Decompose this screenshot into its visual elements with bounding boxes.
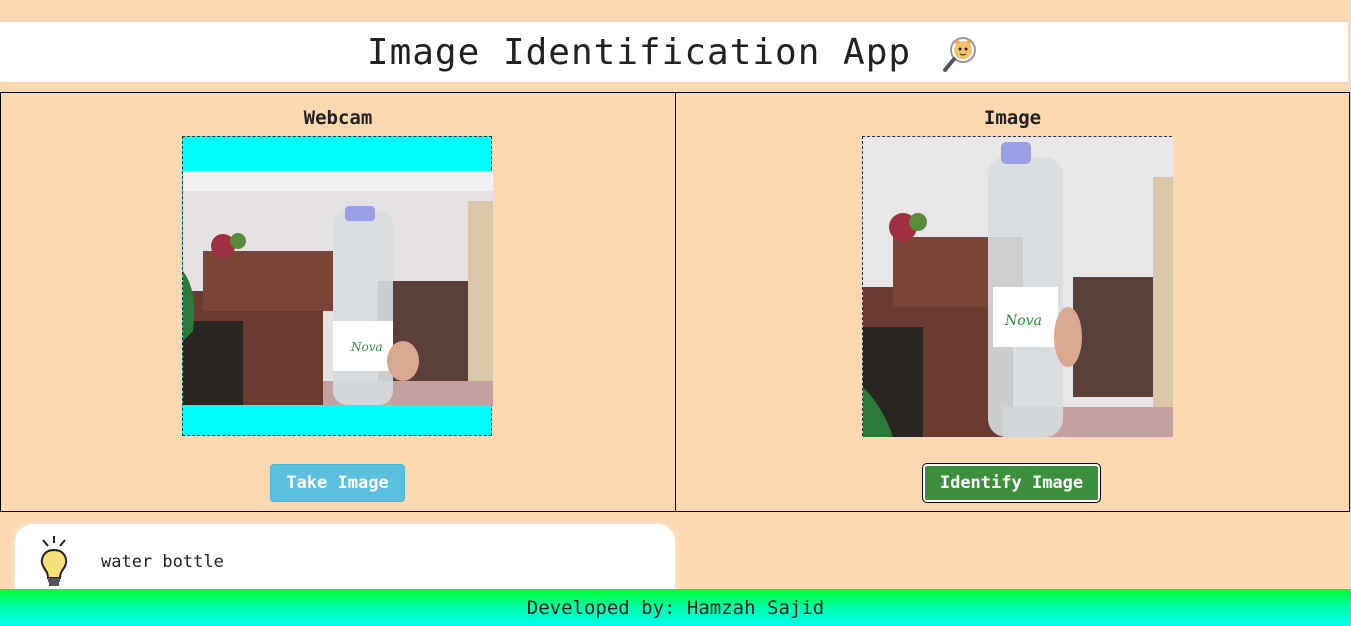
page-title: Image Identification App bbox=[366, 31, 912, 73]
captured-photo: Nova bbox=[863, 137, 1173, 437]
lightbulb-icon bbox=[40, 536, 68, 586]
captured-image: Nova bbox=[862, 136, 1173, 437]
identify-image-button[interactable]: Identify Image bbox=[922, 463, 1101, 503]
app-header: Image Identification App bbox=[0, 22, 1348, 82]
svg-text:Nova: Nova bbox=[1004, 313, 1042, 329]
image-panel: Image Nova Identify Image bbox=[675, 92, 1350, 512]
webcam-video: Nova bbox=[183, 171, 493, 405]
svg-text:Nova: Nova bbox=[350, 340, 383, 354]
image-heading: Image bbox=[983, 107, 1042, 129]
footer-credit: Developed by: Hamzah Sajid bbox=[526, 596, 825, 619]
webcam-feed: Nova bbox=[182, 136, 493, 436]
take-image-button[interactable]: Take Image bbox=[270, 464, 405, 502]
cat-magnifying-glass-icon bbox=[943, 37, 977, 72]
result-label: water bottle bbox=[101, 552, 224, 572]
webcam-heading: Webcam bbox=[303, 107, 373, 129]
footer: Developed by: Hamzah Sajid bbox=[0, 589, 1351, 626]
webcam-panel: Webcam Nova Take Image bbox=[0, 92, 676, 512]
